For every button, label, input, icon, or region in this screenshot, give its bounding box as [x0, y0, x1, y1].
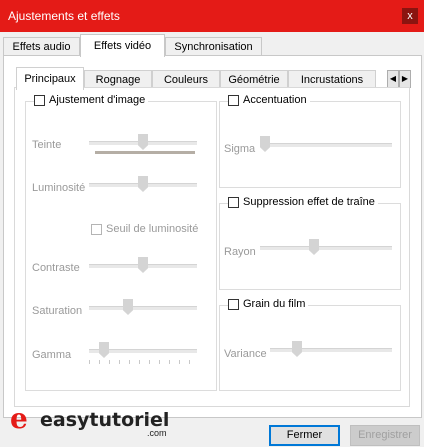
variance-label: Variance — [224, 348, 267, 360]
suppression-header[interactable]: Suppression effet de traîne — [228, 196, 378, 208]
teinte-label: Teinte — [32, 139, 62, 151]
gamma-label: Gamma — [32, 349, 72, 361]
sigma-label: Sigma — [224, 143, 256, 155]
accentuation-group: Accentuation Sigma — [219, 94, 401, 188]
accentuation-header[interactable]: Accentuation — [228, 94, 310, 106]
tab-effets-video[interactable]: Effets vidéo — [80, 34, 165, 57]
tab-synchronisation[interactable]: Synchronisation — [165, 37, 262, 56]
image-adjust-label: Ajustement d'image — [49, 94, 146, 106]
grain-checkbox[interactable] — [228, 298, 239, 310]
sigma-slider-thumb[interactable] — [260, 136, 270, 152]
contraste-slider-thumb[interactable] — [138, 257, 148, 273]
gamma-ticks — [89, 360, 197, 364]
principaux-panel: Ajustement d'image Teinte Luminosité Seu… — [14, 87, 410, 407]
logo-e-icon: e — [10, 402, 28, 435]
gamma-slider-thumb[interactable] — [99, 342, 109, 358]
variance-slider[interactable] — [270, 341, 392, 361]
rayon-slider[interactable] — [260, 239, 392, 259]
accentuation-checkbox[interactable] — [228, 94, 239, 106]
suppression-checkbox[interactable] — [228, 196, 239, 208]
variance-slider-thumb[interactable] — [292, 341, 302, 357]
saturation-slider-thumb[interactable] — [123, 299, 133, 315]
seuil-option[interactable]: Seuil de luminosité — [91, 223, 198, 235]
saturation-label: Saturation — [32, 305, 83, 317]
logo-com: .com — [147, 428, 167, 438]
seuil-label: Seuil de luminosité — [106, 223, 199, 235]
image-adjust-checkbox[interactable] — [34, 94, 45, 106]
contraste-slider[interactable] — [89, 257, 197, 277]
luminosite-slider[interactable] — [89, 176, 197, 196]
outer-tab-bar: Effets audio Effets vidéo Synchronisatio… — [0, 34, 424, 57]
scroll-right-icon[interactable]: ▶ — [399, 70, 411, 88]
rayon-slider-thumb[interactable] — [309, 239, 319, 255]
luminosite-slider-thumb[interactable] — [138, 176, 148, 192]
luminosite-label: Luminosité — [32, 182, 86, 194]
tab-principaux[interactable]: Principaux — [16, 67, 84, 90]
saturation-slider[interactable] — [89, 299, 197, 319]
sigma-slider[interactable] — [260, 136, 392, 156]
grain-header[interactable]: Grain du film — [228, 298, 309, 310]
suppression-group: Suppression effet de traîne Rayon — [219, 196, 401, 290]
image-adjust-group: Ajustement d'image Teinte Luminosité Seu… — [25, 94, 217, 391]
enregistrer-button[interactable]: Enregistrer — [350, 425, 420, 446]
grain-group: Grain du film Variance — [219, 298, 401, 391]
tab-effets-audio[interactable]: Effets audio — [3, 37, 80, 56]
accentuation-label: Accentuation — [243, 94, 307, 106]
seuil-checkbox[interactable] — [91, 223, 102, 235]
image-adjust-header[interactable]: Ajustement d'image — [34, 94, 149, 106]
title-bar: Ajustements et effets x — [0, 0, 424, 32]
suppression-label: Suppression effet de traîne — [243, 196, 375, 208]
hue-preview-bar — [95, 151, 195, 154]
grain-label: Grain du film — [243, 298, 306, 310]
contraste-label: Contraste — [32, 262, 80, 274]
window-title: Ajustements et effets — [8, 9, 120, 23]
rayon-label: Rayon — [224, 246, 256, 258]
gamma-slider[interactable] — [89, 342, 197, 364]
close-icon[interactable]: x — [402, 8, 418, 24]
scroll-left-icon[interactable]: ◀ — [387, 70, 399, 88]
teinte-slider-thumb[interactable] — [138, 134, 148, 150]
fermer-button[interactable]: Fermer — [269, 425, 340, 446]
